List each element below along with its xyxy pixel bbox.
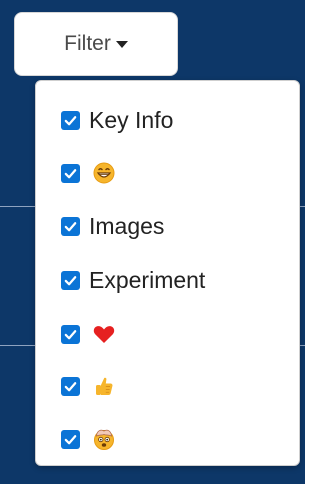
- filter-option-red-heart[interactable]: [61, 317, 116, 351]
- filter-option-label: Experiment: [89, 266, 206, 293]
- filter-option-thumbs-up[interactable]: [61, 369, 116, 403]
- checkbox-checked[interactable]: [61, 324, 80, 344]
- checkbox-checked[interactable]: [61, 270, 80, 290]
- checkbox-checked[interactable]: [61, 376, 80, 396]
- filter-option-label: Images: [89, 212, 165, 239]
- checkbox-checked[interactable]: [61, 163, 80, 183]
- filter-dropdown-menu: Key Info Images Experiment: [35, 80, 300, 466]
- filter-option-grinning-face[interactable]: [61, 156, 116, 190]
- filter-button[interactable]: Filter: [14, 12, 178, 76]
- red-heart-icon: [93, 326, 115, 343]
- filter-option-label: Key Info: [89, 106, 174, 133]
- checkbox-checked[interactable]: [61, 216, 80, 236]
- grinning-face-icon: [93, 162, 115, 184]
- checkbox-checked[interactable]: [61, 429, 80, 449]
- filter-option-mind-blown[interactable]: [61, 422, 116, 456]
- checkbox-checked[interactable]: [61, 110, 80, 130]
- thumbs-up-icon: [96, 377, 113, 395]
- filter-option-experiment[interactable]: Experiment: [61, 263, 205, 297]
- filter-option-key-info[interactable]: Key Info: [61, 103, 173, 137]
- mind-blown-face-icon: [94, 429, 114, 450]
- caret-down-icon: [115, 41, 128, 48]
- filter-button-label: Filter: [64, 32, 111, 55]
- filter-option-images[interactable]: Images: [61, 209, 164, 243]
